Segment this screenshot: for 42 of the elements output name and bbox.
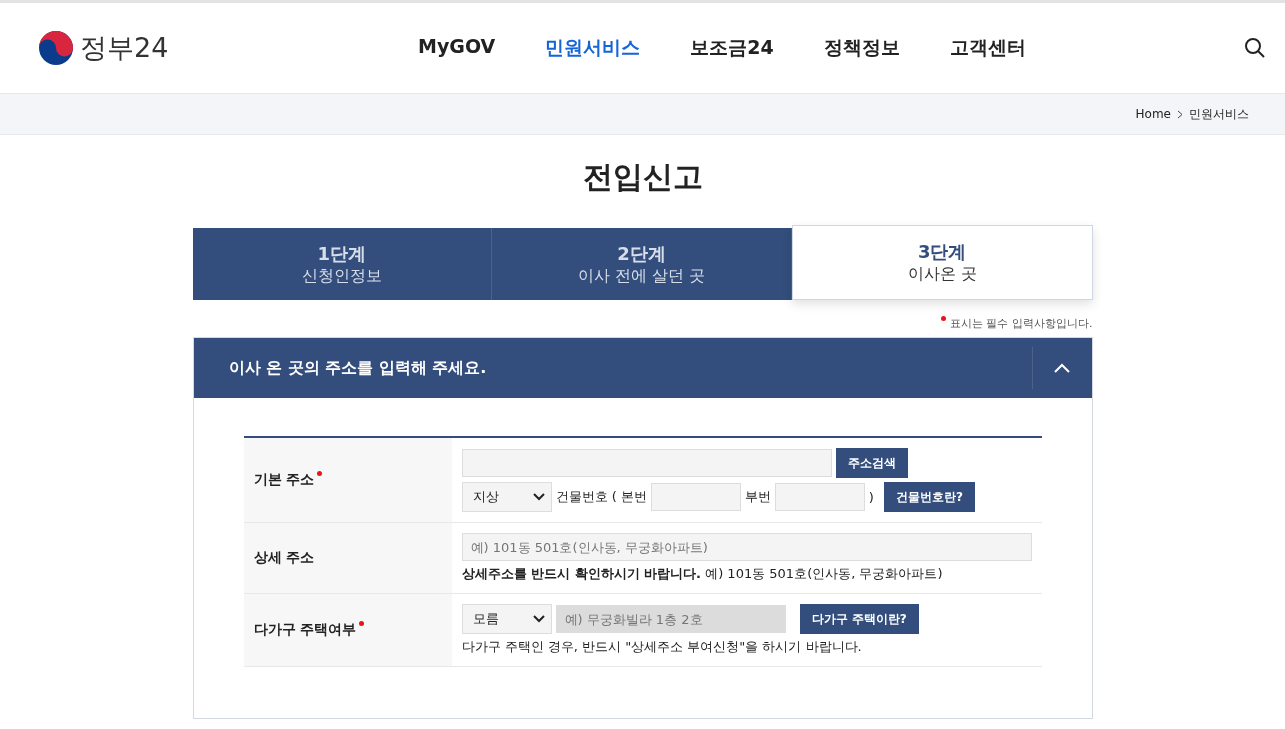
nav-link[interactable]: MyGOV	[418, 35, 496, 61]
page-title: 전입신고	[581, 158, 704, 196]
field-label: 다가구 주택여부	[253, 621, 357, 639]
nav-link[interactable]: 고객센터	[949, 35, 1026, 61]
nav-link[interactable]: 민원서비스	[545, 35, 641, 61]
building-number-help-button[interactable]: 건물번호란?	[883, 482, 975, 512]
nav-link[interactable]: 보조금24	[690, 35, 774, 61]
closing-parenthesis: )	[868, 489, 874, 505]
chevron-down-icon	[532, 493, 545, 501]
step-number: 3단계	[917, 240, 967, 264]
section-title: 이사 온 곳의 주소를 입력해 주세요.	[228, 357, 487, 379]
breadcrumb-link[interactable]: Home	[1135, 107, 1171, 121]
address-search-button[interactable]: 주소검색	[835, 448, 908, 478]
building-number-label: 건물번호 ( 본번	[555, 488, 647, 506]
step-tab[interactable]: 1단계 신청인정보	[192, 228, 493, 300]
detail-address-field[interactable]: 예) 101동 501호(인사동, 무궁화아파트)	[461, 533, 1032, 561]
required-note: 표시는 필수 입력사항입니다.	[950, 316, 1093, 331]
detail-address-note: 상세주소를 반드시 확인하시기 바랍니다. 예) 101동 501호(인사동, 무궁화아파트)	[461, 565, 944, 583]
sub-number-label: 부번	[744, 488, 771, 506]
step-tab[interactable]: 2단계 이사 전에 살던 곳	[492, 228, 792, 300]
step-label: 이사온 곳	[907, 264, 977, 285]
step-tab[interactable]: 3단계 이사온 곳	[791, 225, 1093, 300]
step-number: 1단계	[317, 241, 367, 266]
field-label: 상세 주소	[253, 549, 315, 567]
chevron-right-icon	[1177, 109, 1183, 119]
multi-household-note: 다가구 주택인 경우, 반드시 "상세주소 부여신청"을 하시기 바랍니다.	[461, 638, 863, 656]
field-label: 기본 주소	[253, 471, 315, 489]
required-dot-icon	[941, 316, 946, 321]
nav-link[interactable]: 정책정보	[823, 35, 900, 61]
taegeuk-logo-icon[interactable]	[38, 30, 74, 66]
logo-text[interactable]: 정부24	[80, 30, 169, 66]
step-number: 2단계	[617, 241, 666, 266]
search-icon[interactable]	[1243, 36, 1267, 60]
chevron-down-icon	[532, 615, 545, 623]
breadcrumb-link[interactable]: 민원서비스	[1189, 105, 1249, 123]
ground-select[interactable]: 지상	[461, 482, 552, 512]
sub-number-field[interactable]	[774, 483, 865, 511]
main-number-field[interactable]	[650, 483, 741, 511]
step-label: 신청인정보	[301, 265, 382, 287]
chevron-up-icon	[1054, 363, 1070, 373]
address-field[interactable]	[461, 449, 832, 477]
step-label: 이사 전에 살던 곳	[577, 265, 706, 287]
